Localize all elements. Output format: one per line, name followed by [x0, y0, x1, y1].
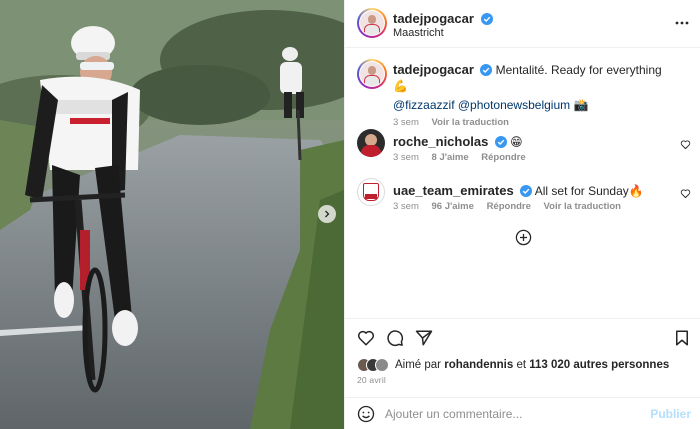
comment-meta: 3 sem 96 J'aime Répondre Voir la traduct…	[393, 201, 631, 212]
author-username[interactable]: tadejpogacar	[393, 11, 474, 26]
heart-icon[interactable]	[680, 139, 691, 150]
liker-avatar[interactable]	[375, 358, 389, 372]
emoji-icon[interactable]	[357, 405, 375, 423]
post-header: tadejpogacar Maastricht	[345, 0, 700, 48]
post-location[interactable]: Maastricht	[393, 27, 444, 39]
see-translation-link[interactable]: Voir la traduction	[432, 117, 509, 128]
comment-input[interactable]	[385, 404, 635, 424]
comment-author[interactable]: roche_nicholas	[393, 134, 488, 149]
reply-button[interactable]: Répondre	[481, 152, 525, 163]
verified-badge-icon	[520, 185, 533, 197]
caption-avatar[interactable]	[357, 59, 387, 89]
likes-prefix: Aimé par	[395, 359, 442, 371]
comment-author[interactable]: uae_team_emirates	[393, 183, 514, 198]
comment-likes[interactable]: 96 J'aime	[432, 201, 474, 212]
caption-mention-suffix: 📸	[573, 98, 589, 112]
comment-meta: 3 sem 8 J'aime Répondre	[393, 152, 536, 163]
carousel-next-button[interactable]	[318, 205, 336, 223]
caption-mention[interactable]: @photonewsbelgium	[458, 98, 570, 112]
chevron-right-icon	[325, 210, 330, 218]
comments-list[interactable]: tadejpogacar Mentalité. Ready for everyt…	[345, 49, 700, 317]
verified-badge-icon	[480, 13, 493, 25]
comment-likes[interactable]: 8 J'aime	[432, 152, 469, 163]
plus-circle-icon[interactable]	[515, 229, 532, 246]
author-avatar[interactable]	[357, 8, 387, 38]
comment-item: uae_team_emirates All set for Sunday🔥 3 …	[357, 178, 691, 218]
heart-icon[interactable]	[680, 188, 691, 199]
caption: tadejpogacar Mentalité. Ready for everyt…	[357, 59, 691, 128]
heart-icon[interactable]	[357, 329, 375, 347]
share-icon[interactable]	[415, 329, 433, 347]
post-details-pane: tadejpogacar Maastricht tadejpogacar Men…	[344, 0, 700, 429]
bookmark-icon[interactable]	[673, 329, 691, 347]
likes-count[interactable]: 113 020 autres personnes	[529, 359, 669, 371]
likes-summary: Aimé par rohandennis et 113 020 autres p…	[357, 358, 669, 372]
caption-author[interactable]: tadejpogacar	[393, 62, 474, 77]
comment-text: All set for Sunday🔥	[534, 184, 644, 198]
comment-item: roche_nicholas 😁 3 sem 8 J'aime Répondre	[357, 129, 691, 169]
caption-time[interactable]: 3 sem	[393, 117, 419, 128]
comment-text: 😁	[510, 135, 523, 149]
see-translation-link[interactable]: Voir la traduction	[544, 201, 621, 212]
post-date[interactable]: 20 avril	[357, 375, 386, 385]
comment-time[interactable]: 3 sem	[393, 152, 419, 163]
verified-badge-icon	[494, 136, 507, 148]
more-horizontal-icon[interactable]	[675, 16, 689, 30]
verified-badge-icon	[480, 64, 493, 76]
comment-time[interactable]: 3 sem	[393, 201, 419, 212]
likes-user[interactable]: rohandennis	[444, 359, 513, 371]
comment-avatar[interactable]	[357, 178, 385, 206]
comment-avatar[interactable]	[357, 129, 385, 157]
reply-button[interactable]: Répondre	[487, 201, 531, 212]
likes-connector: et	[516, 359, 527, 371]
caption-mention[interactable]: @fizzaazzif	[393, 98, 455, 112]
comment-bar: Publier	[345, 397, 700, 429]
publish-button[interactable]: Publier	[650, 407, 691, 421]
post-photo	[0, 0, 344, 429]
caption-meta: 3 sem Voir la traduction	[393, 117, 519, 128]
comment-icon[interactable]	[386, 329, 404, 347]
post-photo-image	[0, 0, 344, 429]
post-actions: Aimé par rohandennis et 113 020 autres p…	[345, 318, 700, 398]
